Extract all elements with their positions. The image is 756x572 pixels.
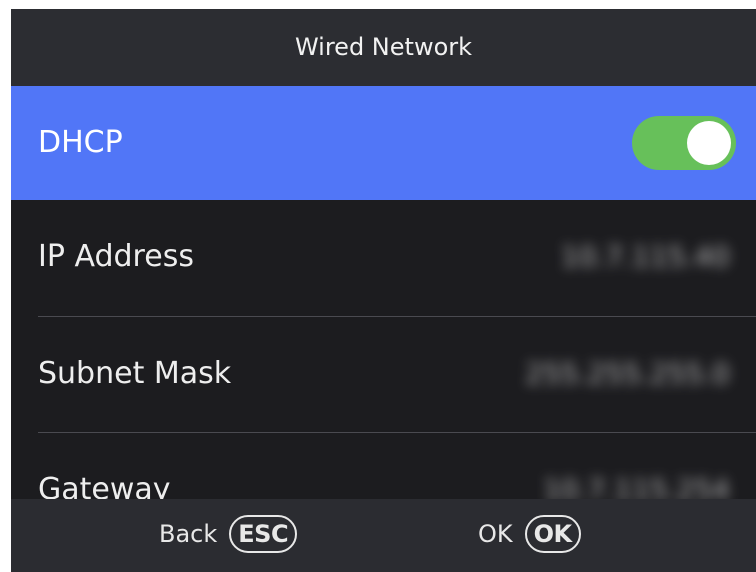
ip-address-value: 10.7.115.40 (560, 240, 730, 273)
ok-button[interactable]: OK OK (478, 514, 581, 554)
footer-bar: Back ESC OK OK (11, 499, 756, 572)
page-title: Wired Network (11, 9, 756, 86)
subnet-mask-row[interactable]: Subnet Mask 255.255.255.0 (11, 317, 756, 431)
subnet-mask-value: 255.255.255.0 (525, 357, 730, 390)
toggle-knob (687, 121, 731, 165)
device-screen: Wired Network DHCP IP Address 10.7.115.4… (11, 9, 756, 572)
ok-key-icon: OK (524, 515, 581, 553)
dhcp-label: DHCP (38, 125, 123, 160)
back-button[interactable]: Back ESC (159, 514, 298, 554)
back-label: Back (159, 520, 218, 548)
dhcp-toggle[interactable] (632, 116, 736, 170)
subnet-mask-label: Subnet Mask (38, 356, 232, 391)
esc-key-icon: ESC (229, 515, 298, 553)
ok-label: OK (478, 520, 513, 548)
ip-address-row[interactable]: IP Address 10.7.115.40 (11, 200, 756, 314)
ip-address-label: IP Address (38, 239, 194, 274)
dhcp-row[interactable]: DHCP (11, 86, 756, 200)
